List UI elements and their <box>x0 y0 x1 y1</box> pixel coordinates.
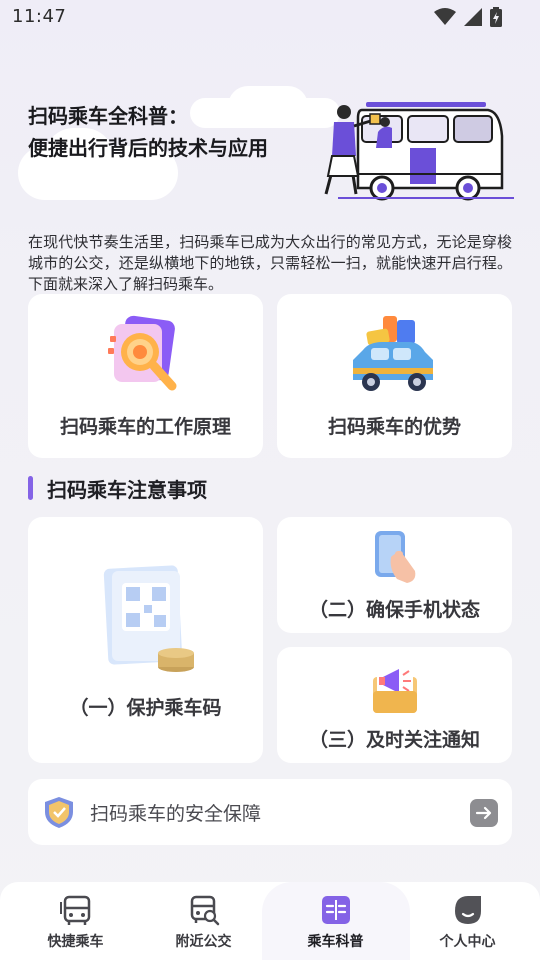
signal-icon <box>464 8 482 26</box>
notifications-card[interactable]: （三）及时关注通知 <box>277 647 512 763</box>
section-title: 扫码乘车注意事项 <box>47 477 207 502</box>
advantages-card[interactable]: 扫码乘车的优势 <box>277 294 512 458</box>
battery-icon <box>490 7 502 27</box>
tab-label: 个人中心 <box>439 934 496 950</box>
intro-paragraph: 在现代快节奏生活里，扫码乘车已成为大众出行的常见方式，无论是穿梭城市的公交，还是… <box>28 233 512 293</box>
advantages-card-label: 扫码乘车的优势 <box>327 416 461 438</box>
arrow-right-icon[interactable] <box>470 799 498 827</box>
status-icons <box>434 7 502 27</box>
status-time: 11:47 <box>12 6 67 27</box>
notes-section-header: 扫码乘车注意事项 <box>28 474 207 502</box>
bus-icon <box>59 895 90 925</box>
safety-label: 扫码乘车的安全保障 <box>90 803 262 825</box>
hero-title-line1: 扫码乘车全科普： <box>28 104 188 128</box>
section-accent-bar <box>28 476 33 500</box>
wifi-icon <box>434 8 456 25</box>
bus-search-icon <box>190 895 219 926</box>
notifications-label: （三）及时关注通知 <box>308 729 480 751</box>
profile-icon <box>454 896 481 924</box>
tab-label: 快捷乘车 <box>47 934 104 950</box>
hero-banner: 扫码乘车全科普： 便捷出行背后的技术与应用 <box>0 80 540 210</box>
principle-card-label: 扫码乘车的工作原理 <box>59 416 231 438</box>
protect-code-card[interactable]: （一）保护乘车码 <box>28 517 263 763</box>
protect-code-label: （一）保护乘车码 <box>69 697 222 719</box>
tab-label: 附近公交 <box>175 934 232 950</box>
tab-ride-knowledge[interactable]: 乘车科普 <box>268 882 403 960</box>
status-bar: 11:47 <box>0 0 540 34</box>
qr-code-icon <box>103 565 194 672</box>
safety-guarantee-row[interactable]: 扫码乘车的安全保障 <box>28 779 512 845</box>
tab-profile[interactable]: 个人中心 <box>400 882 535 960</box>
tab-quick-ride[interactable]: 快捷乘车 <box>8 882 143 960</box>
shield-icon <box>45 797 73 828</box>
megaphone-icon <box>373 667 417 713</box>
phone-status-label: （二）确保手机状态 <box>308 599 480 621</box>
car-luggage-icon <box>353 316 433 391</box>
phone-status-card[interactable]: （二）确保手机状态 <box>277 517 512 633</box>
hero-title: 扫码乘车全科普： 便捷出行背后的技术与应用 <box>28 100 268 164</box>
phone-touch-icon <box>375 531 416 583</box>
tab-label: 乘车科普 <box>307 934 364 950</box>
principle-card[interactable]: 扫码乘车的工作原理 <box>28 294 263 458</box>
bus-boarding-illustration <box>324 102 514 201</box>
tab-nearby-bus[interactable]: 附近公交 <box>136 882 271 960</box>
magnifier-icon <box>108 315 177 391</box>
bottom-tab-bar: 快捷乘车 附近公交 乘车科普 个人中心 <box>0 882 540 960</box>
book-icon <box>321 896 350 924</box>
hero-title-line2: 便捷出行背后的技术与应用 <box>28 136 268 160</box>
